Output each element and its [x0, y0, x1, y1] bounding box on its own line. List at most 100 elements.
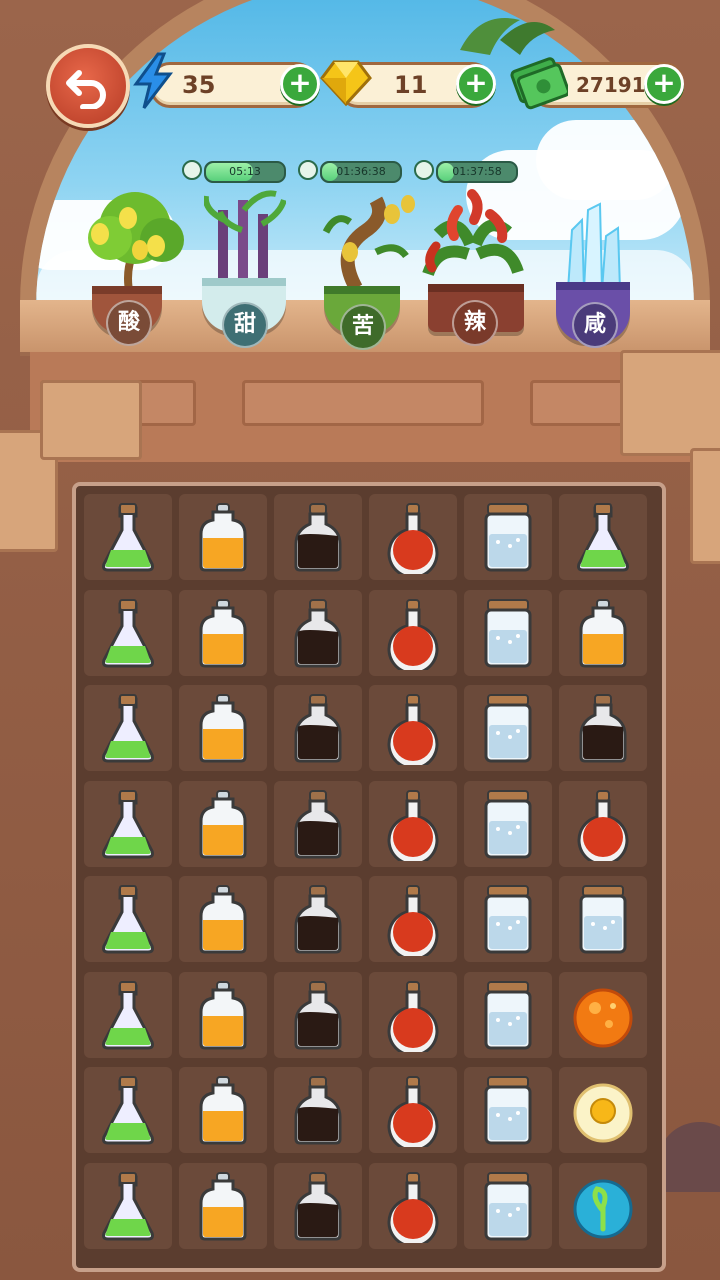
back-button[interactable]: [46, 44, 130, 128]
board-cell[interactable]: [464, 1162, 552, 1249]
soy-bottle-icon: [294, 1076, 342, 1145]
board-cell[interactable]: [179, 685, 267, 771]
red-flask-icon: [577, 789, 629, 861]
board-cell[interactable]: [179, 971, 267, 1058]
orange-jar-icon: [199, 885, 247, 954]
board-cell[interactable]: [559, 1162, 647, 1249]
green-flask-icon: [102, 1171, 154, 1240]
add-gems-button[interactable]: +: [456, 64, 496, 104]
board-cell[interactable]: [464, 780, 552, 867]
gems-value: 11: [394, 71, 428, 99]
board-cell[interactable]: [274, 876, 362, 962]
sprout-orb-icon: [573, 1179, 633, 1238]
board-cell[interactable]: [84, 685, 172, 771]
red-flask-icon: [387, 1171, 439, 1243]
soy-bottle-icon: [579, 694, 627, 763]
plant-label: 甜: [222, 302, 268, 348]
board-cell[interactable]: [179, 1067, 267, 1153]
board-cell[interactable]: [179, 1162, 267, 1249]
board-cell[interactable]: [559, 685, 647, 771]
soy-bottle-icon: [294, 789, 342, 858]
board-cell[interactable]: [274, 589, 362, 676]
board-cell[interactable]: [84, 1067, 172, 1153]
board-cell[interactable]: [84, 971, 172, 1058]
board-cell[interactable]: [274, 685, 362, 771]
board-cell[interactable]: [274, 1067, 362, 1153]
plant-sour-lemon-tree[interactable]: 酸: [80, 188, 190, 346]
clock-icon: [414, 160, 434, 180]
board-cell[interactable]: [179, 780, 267, 867]
add-energy-button[interactable]: +: [280, 64, 320, 104]
green-flask-icon: [102, 598, 154, 667]
wooden-crate-left-top: [40, 380, 142, 460]
green-flask-icon: [102, 694, 154, 763]
board-cell[interactable]: [369, 971, 457, 1058]
board-cell[interactable]: [559, 589, 647, 676]
plant-spicy-chili[interactable]: 辣: [418, 184, 528, 346]
timer-3: 01:37:58: [414, 160, 518, 183]
gem-icon: [320, 56, 372, 112]
clock-icon: [298, 160, 318, 180]
plant-salty-crystal[interactable]: 咸: [554, 200, 634, 348]
soy-bottle-icon: [294, 885, 342, 954]
board-cell[interactable]: [369, 494, 457, 580]
green-flask-icon: [102, 789, 154, 858]
board-cell[interactable]: [84, 1162, 172, 1249]
plant-sweet-sugarcane[interactable]: 甜: [200, 190, 290, 348]
board-cell[interactable]: [179, 494, 267, 580]
board-cell[interactable]: [179, 876, 267, 962]
board-cell[interactable]: [84, 876, 172, 962]
board-cell[interactable]: [84, 780, 172, 867]
plant-label: 咸: [572, 302, 618, 348]
board-cell[interactable]: [559, 971, 647, 1058]
timer-1: 05:13: [182, 160, 286, 183]
board-cell[interactable]: [179, 589, 267, 676]
board-cell[interactable]: [369, 685, 457, 771]
board-cell[interactable]: [84, 494, 172, 580]
red-flask-icon: [387, 694, 439, 765]
board-cell[interactable]: [274, 1162, 362, 1249]
board-cell[interactable]: [369, 876, 457, 962]
red-flask-icon: [387, 503, 439, 574]
board-cell[interactable]: [559, 494, 647, 580]
orange-jar-icon: [199, 503, 247, 572]
salt-jar-icon: [484, 885, 532, 954]
board-cell[interactable]: [369, 1067, 457, 1153]
board-cell[interactable]: [369, 589, 457, 676]
red-flask-icon: [387, 1076, 439, 1147]
board-cell[interactable]: [84, 589, 172, 676]
board-cell[interactable]: [369, 1162, 457, 1249]
green-flask-icon: [102, 1076, 154, 1145]
timer-text: 05:13: [229, 165, 261, 178]
plant-bitter-melon-vine[interactable]: 苦: [316, 192, 416, 350]
add-cash-button[interactable]: +: [644, 64, 684, 104]
wooden-crate-right: [620, 350, 720, 456]
board-cell[interactable]: [464, 685, 552, 771]
soy-bottle-icon: [294, 980, 342, 1049]
fried-egg-icon: [573, 1083, 633, 1143]
board-cell[interactable]: [464, 971, 552, 1058]
board-cell[interactable]: [464, 1067, 552, 1153]
salt-jar-icon: [484, 503, 532, 572]
board-cell[interactable]: [274, 780, 362, 867]
timer-text: 01:37:58: [452, 165, 502, 178]
orange-jar-icon: [579, 598, 627, 667]
salt-jar-icon: [484, 789, 532, 858]
red-flask-icon: [387, 598, 439, 670]
salt-jar-icon: [484, 694, 532, 763]
board-cell[interactable]: [559, 780, 647, 867]
board-cell[interactable]: [559, 876, 647, 962]
board-cell[interactable]: [464, 589, 552, 676]
orange-jar-icon: [199, 694, 247, 763]
board-cell[interactable]: [559, 1067, 647, 1153]
salt-jar-icon: [484, 980, 532, 1049]
board-cell[interactable]: [274, 494, 362, 580]
soy-bottle-icon: [294, 503, 342, 572]
board-cell[interactable]: [464, 494, 552, 580]
board-cell[interactable]: [369, 780, 457, 867]
clock-icon: [182, 160, 202, 180]
board-cell[interactable]: [274, 971, 362, 1058]
orange-jar-icon: [199, 1076, 247, 1145]
board-cell[interactable]: [464, 876, 552, 962]
green-flask-icon: [577, 503, 629, 572]
